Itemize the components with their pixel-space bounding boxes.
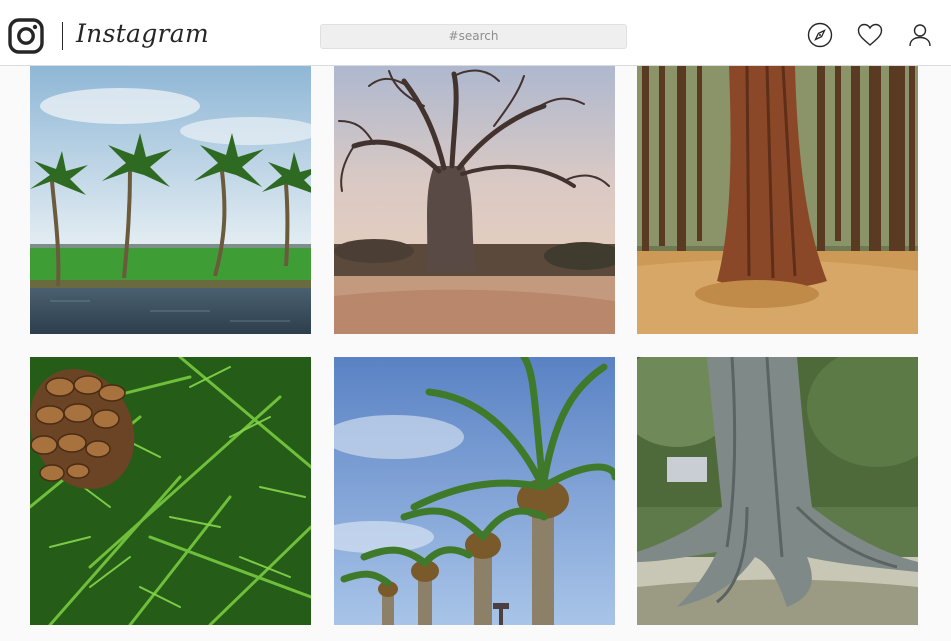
heart-icon[interactable] xyxy=(857,22,883,48)
brand-wordmark[interactable]: Instagram xyxy=(76,14,209,54)
feed-post-pine-cone[interactable] xyxy=(30,357,311,625)
profile-icon[interactable] xyxy=(907,22,933,48)
post-image xyxy=(30,357,311,625)
instagram-logo-icon[interactable] xyxy=(8,18,44,54)
feed-post-date-palms[interactable] xyxy=(334,357,615,625)
top-navigation-bar: Instagram #search xyxy=(0,0,951,66)
post-image xyxy=(637,357,918,625)
feed-post-palms-backwater[interactable] xyxy=(30,66,311,334)
search-input[interactable]: #search xyxy=(320,24,627,49)
feed-post-buttress-roots[interactable] xyxy=(637,357,918,625)
logo-divider xyxy=(62,22,63,50)
post-image xyxy=(334,357,615,625)
post-image xyxy=(30,66,311,334)
feed-post-baobab-tree[interactable] xyxy=(334,66,615,334)
feed-post-redwood-forest[interactable] xyxy=(637,66,918,334)
compass-icon[interactable] xyxy=(807,22,833,48)
post-image xyxy=(334,66,615,334)
post-image xyxy=(637,66,918,334)
